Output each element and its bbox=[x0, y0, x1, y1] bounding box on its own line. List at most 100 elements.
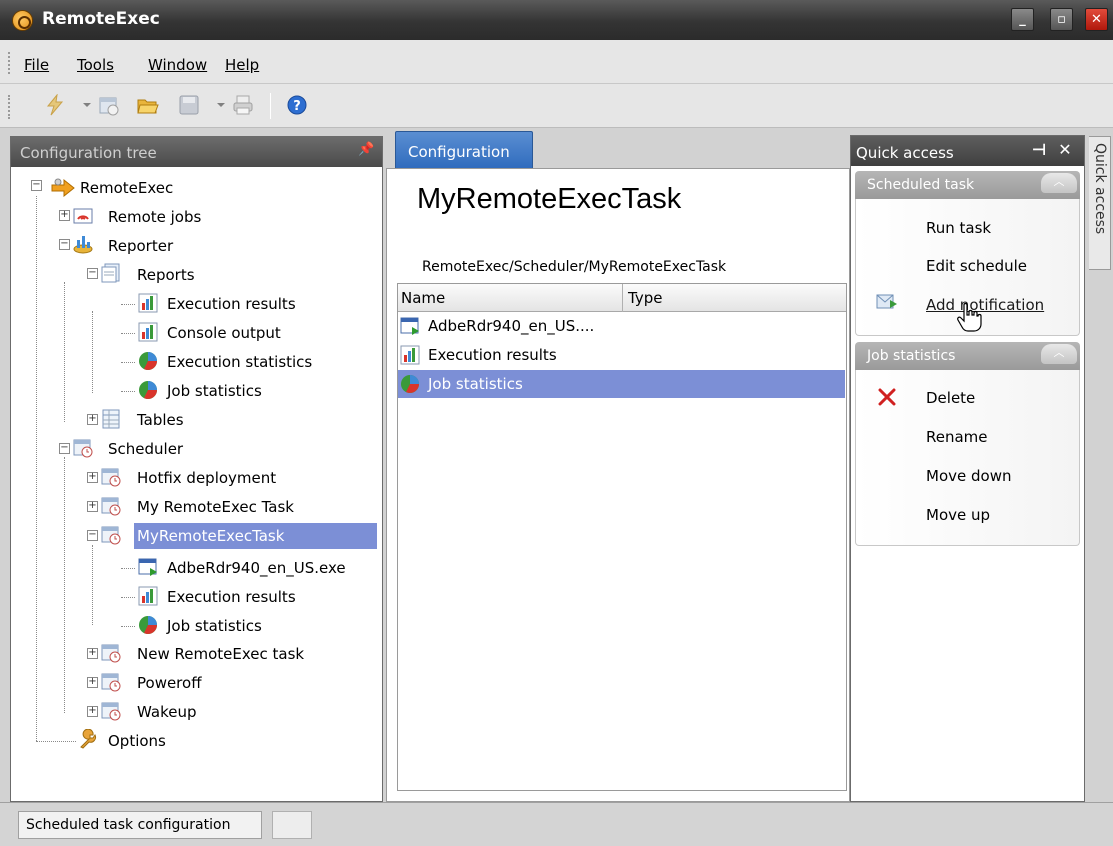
tree-item-tables[interactable]: Tables bbox=[137, 407, 184, 433]
schedule-icon[interactable] bbox=[98, 94, 120, 116]
tree-item-job-statistics[interactable]: Job statistics bbox=[167, 378, 262, 404]
tree-connector bbox=[121, 597, 135, 598]
run-task-button[interactable]: Run task bbox=[926, 219, 991, 237]
save-dropdown-icon[interactable] bbox=[217, 103, 225, 107]
tree-item-adberdr940[interactable]: AdbeRdr940_en_US.exe bbox=[167, 555, 346, 581]
configuration-tree-header: Configuration tree 📌 bbox=[11, 137, 382, 167]
executable-icon bbox=[400, 317, 419, 335]
tree-item-new-remoteexec-task[interactable]: New RemoteExec task bbox=[137, 641, 304, 667]
expand-toggle[interactable]: + bbox=[87, 414, 98, 425]
open-folder-icon[interactable] bbox=[137, 94, 159, 116]
collapse-toggle[interactable]: − bbox=[59, 443, 70, 454]
menu-window[interactable]: Window bbox=[148, 56, 207, 74]
delete-button[interactable]: Delete bbox=[926, 389, 975, 407]
tree-connector bbox=[121, 362, 135, 363]
expand-toggle[interactable]: + bbox=[87, 501, 98, 512]
breadcrumb: RemoteExec/Scheduler/MyRemoteExecTask bbox=[422, 259, 727, 275]
tree-item-remoteexec[interactable]: RemoteExec bbox=[80, 175, 173, 201]
expand-toggle[interactable]: + bbox=[59, 210, 70, 221]
minimize-button[interactable]: _ bbox=[1011, 8, 1034, 31]
close-button[interactable]: ✕ bbox=[1085, 8, 1108, 31]
tree-connector bbox=[64, 457, 65, 713]
column-header-type[interactable]: Type bbox=[628, 289, 662, 307]
collapse-section-icon[interactable]: ︿ bbox=[1041, 173, 1077, 193]
save-icon[interactable] bbox=[178, 94, 200, 116]
collapse-toggle[interactable]: − bbox=[87, 268, 98, 279]
list-item[interactable]: Execution results bbox=[398, 341, 846, 369]
expand-toggle[interactable]: + bbox=[87, 677, 98, 688]
list-item[interactable]: AdbeRdr940_en_US.... bbox=[398, 312, 846, 340]
tree-item-reporter[interactable]: Reporter bbox=[108, 233, 173, 259]
tree-item-hotfix-deployment[interactable]: Hotfix deployment bbox=[137, 465, 276, 491]
collapse-toggle[interactable]: − bbox=[87, 530, 98, 541]
tree-item-task-job-statistics[interactable]: Job statistics bbox=[167, 613, 262, 639]
tree-item-options[interactable]: Options bbox=[108, 728, 166, 754]
tree-item-remote-jobs[interactable]: Remote jobs bbox=[108, 204, 201, 230]
task-clock-icon bbox=[101, 644, 121, 663]
tab-configuration[interactable]: Configuration bbox=[395, 131, 533, 169]
expand-toggle[interactable]: + bbox=[87, 706, 98, 717]
tree-item-execution-statistics[interactable]: Execution statistics bbox=[167, 349, 312, 375]
section-title: Job statistics bbox=[867, 348, 956, 364]
hand-cursor-icon bbox=[957, 303, 982, 332]
edit-schedule-button[interactable]: Edit schedule bbox=[926, 257, 1027, 275]
collapse-toggle[interactable]: − bbox=[31, 180, 42, 191]
scheduler-icon bbox=[73, 439, 93, 458]
expand-toggle[interactable]: + bbox=[87, 648, 98, 659]
tree-item-scheduler[interactable]: Scheduler bbox=[108, 436, 183, 462]
toolbar-grip[interactable] bbox=[8, 95, 12, 119]
print-icon[interactable] bbox=[232, 94, 254, 116]
run-dropdown-icon[interactable] bbox=[83, 103, 91, 107]
move-up-button[interactable]: Move up bbox=[926, 506, 990, 524]
task-clock-icon bbox=[101, 702, 121, 721]
pie-chart-icon bbox=[139, 381, 157, 399]
page-title: MyRemoteExecTask bbox=[417, 183, 682, 215]
section-header-job-statistics[interactable]: Job statistics ︿ bbox=[855, 342, 1080, 370]
task-clock-icon bbox=[101, 673, 121, 692]
menu-help[interactable]: Help bbox=[225, 56, 259, 74]
quick-access-side-tab[interactable]: Quick access bbox=[1089, 136, 1111, 270]
list-item[interactable]: Job statistics bbox=[398, 370, 845, 398]
pie-chart-icon bbox=[401, 375, 419, 393]
menu-file[interactable]: File bbox=[24, 56, 49, 74]
close-panel-icon[interactable]: ✕ bbox=[1055, 140, 1075, 160]
status-panel bbox=[272, 811, 312, 839]
toolbar: ? bbox=[0, 84, 1113, 128]
list-header: Name Type bbox=[398, 284, 846, 312]
collapse-section-icon[interactable]: ︿ bbox=[1041, 344, 1077, 364]
tree-item-my-remoteexec-task[interactable]: My RemoteExec Task bbox=[137, 494, 294, 520]
tree-item-myremoteexectask[interactable]: MyRemoteExecTask bbox=[134, 523, 377, 549]
rename-button[interactable]: Rename bbox=[926, 428, 988, 446]
column-header-name[interactable]: Name bbox=[401, 289, 445, 307]
column-divider[interactable] bbox=[622, 284, 623, 312]
run-lightning-icon[interactable] bbox=[44, 94, 66, 116]
tree-item-poweroff[interactable]: Poweroff bbox=[137, 670, 202, 696]
add-notification-button[interactable]: Add notification bbox=[926, 296, 1044, 314]
reports-icon bbox=[101, 263, 120, 283]
status-text: Scheduled task configuration bbox=[18, 811, 262, 839]
app-logo-icon bbox=[12, 10, 33, 31]
executable-icon bbox=[138, 558, 157, 576]
help-icon[interactable]: ? bbox=[286, 94, 308, 116]
pie-chart-icon bbox=[139, 616, 157, 634]
window-title: RemoteExec bbox=[42, 9, 160, 29]
delete-x-icon bbox=[878, 388, 896, 406]
expand-toggle[interactable]: + bbox=[87, 472, 98, 483]
pin-icon[interactable]: 📌 bbox=[358, 142, 374, 160]
tree-item-reports[interactable]: Reports bbox=[137, 262, 195, 288]
task-clock-icon bbox=[101, 497, 121, 516]
menu-grip[interactable] bbox=[8, 52, 12, 74]
move-down-button[interactable]: Move down bbox=[926, 467, 1011, 485]
execution-results-icon bbox=[138, 586, 158, 606]
tree-item-task-execution-results[interactable]: Execution results bbox=[167, 584, 296, 610]
dock-pin-icon[interactable]: ⊣ bbox=[1029, 140, 1049, 160]
configuration-document: MyRemoteExecTask RemoteExec/Scheduler/My… bbox=[386, 168, 850, 802]
tree-item-execution-results[interactable]: Execution results bbox=[167, 291, 296, 317]
collapse-toggle[interactable]: − bbox=[59, 239, 70, 250]
section-header-scheduled-task[interactable]: Scheduled task ︿ bbox=[855, 171, 1080, 199]
menu-tools[interactable]: Tools bbox=[77, 56, 114, 74]
tree-item-console-output[interactable]: Console output bbox=[167, 320, 281, 346]
execution-results-icon bbox=[400, 345, 420, 365]
tree-item-wakeup[interactable]: Wakeup bbox=[137, 699, 196, 725]
maximize-button[interactable]: ▫ bbox=[1050, 8, 1073, 31]
